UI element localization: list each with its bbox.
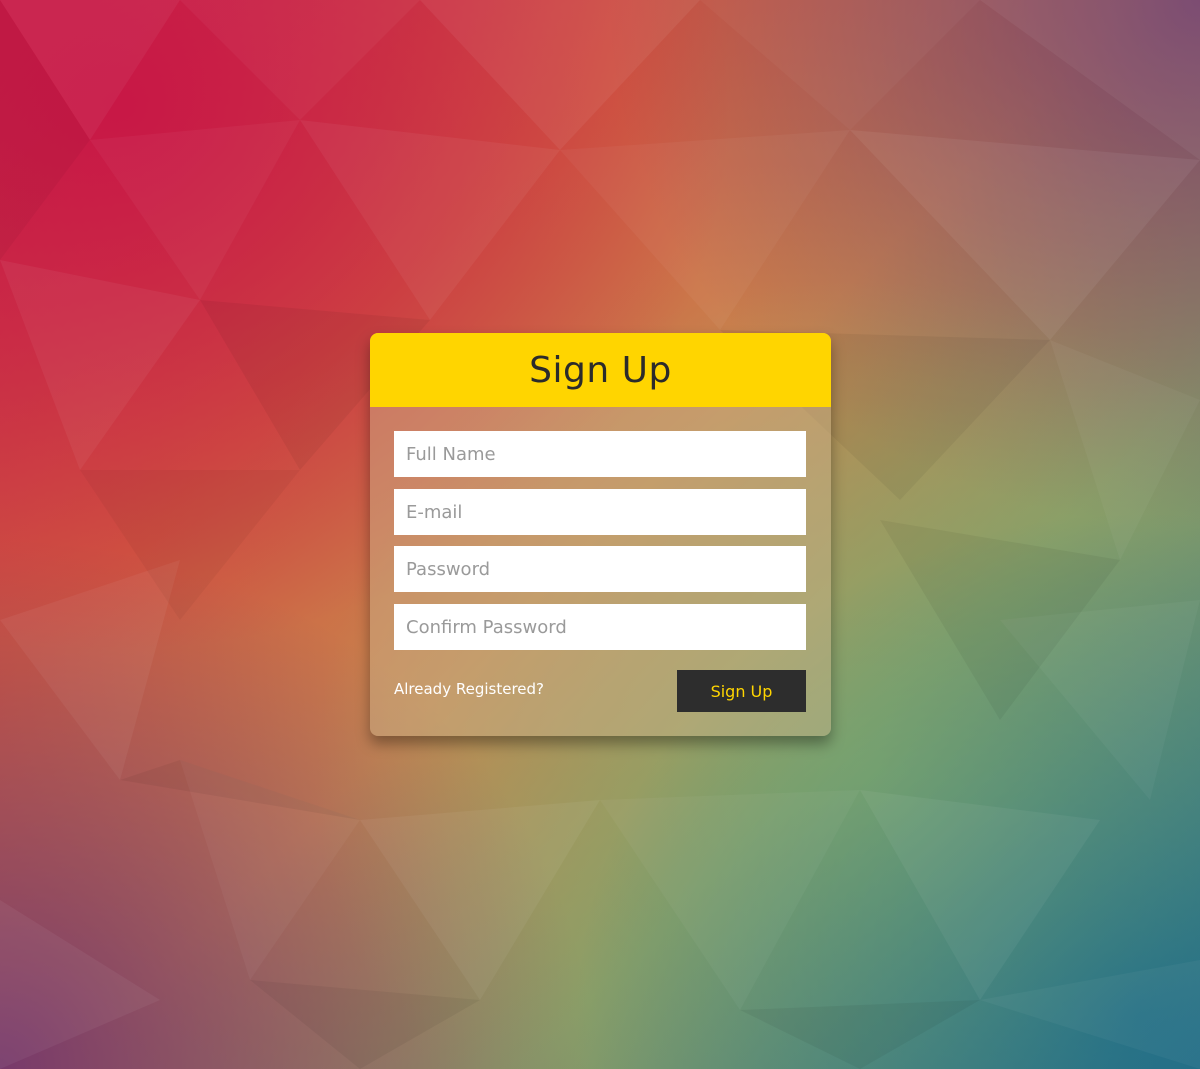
password-input[interactable] [394,546,806,592]
signup-card: Sign Up Already Registered? Sign Up [370,333,831,736]
signup-title: Sign Up [529,349,672,391]
confirm-password-input[interactable] [394,604,806,650]
email-input[interactable] [394,489,806,535]
sign-up-button[interactable]: Sign Up [677,670,806,712]
already-registered-link[interactable]: Already Registered? [394,680,544,698]
signup-card-header: Sign Up [370,333,831,407]
full-name-input[interactable] [394,431,806,477]
